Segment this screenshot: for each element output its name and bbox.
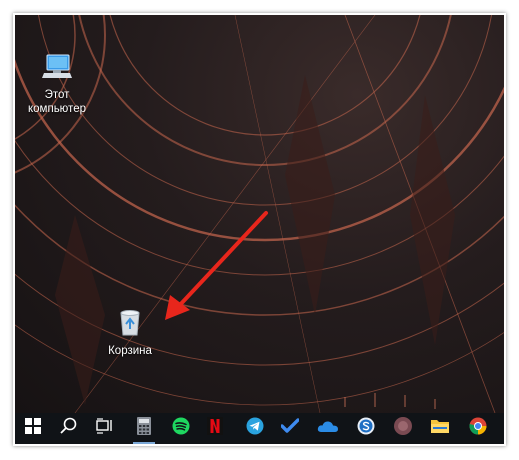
- skype-icon: [357, 417, 375, 440]
- task-view-icon: [95, 418, 113, 439]
- recycle-bin-icon: [90, 307, 170, 341]
- onedrive-icon: [317, 419, 339, 438]
- desktop-icon-label: Этот компьютер: [28, 89, 86, 115]
- chrome-icon: [469, 417, 487, 440]
- netflix-icon: [207, 417, 223, 440]
- telegram-icon: [246, 417, 264, 440]
- taskbar-app-todo[interactable]: [273, 413, 307, 444]
- taskbar-app-netflix[interactable]: [198, 413, 232, 444]
- taskbar-app-telegram[interactable]: [238, 413, 272, 444]
- app-blurred-icon: [393, 416, 413, 441]
- todo-icon: [280, 418, 300, 439]
- taskbar-app-file-explorer[interactable]: [423, 413, 457, 444]
- spotify-icon: [172, 417, 190, 440]
- search-button[interactable]: [52, 413, 86, 444]
- taskbar-app-chrome[interactable]: [461, 413, 495, 444]
- calculator-icon: [137, 417, 151, 440]
- task-view-button[interactable]: [87, 413, 121, 444]
- taskbar-app-skype[interactable]: [349, 413, 383, 444]
- search-icon: [60, 417, 78, 440]
- taskbar-app-blurred[interactable]: [386, 413, 420, 444]
- desktop-icon-recycle-bin[interactable]: Корзина: [90, 307, 170, 358]
- desktop[interactable]: Этот компьютер Корзина: [15, 15, 504, 413]
- taskbar-app-spotify[interactable]: [164, 413, 198, 444]
- desktop-icon-this-pc[interactable]: Этот компьютер: [17, 53, 97, 116]
- taskbar: [15, 413, 504, 444]
- file-explorer-icon: [430, 418, 450, 439]
- start-button[interactable]: [16, 413, 50, 444]
- taskbar-app-calculator[interactable]: [127, 413, 161, 444]
- this-pc-icon: [17, 53, 97, 85]
- windows-start-icon: [25, 418, 41, 439]
- taskbar-app-onedrive[interactable]: [311, 413, 345, 444]
- desktop-icon-label: Корзина: [108, 345, 152, 357]
